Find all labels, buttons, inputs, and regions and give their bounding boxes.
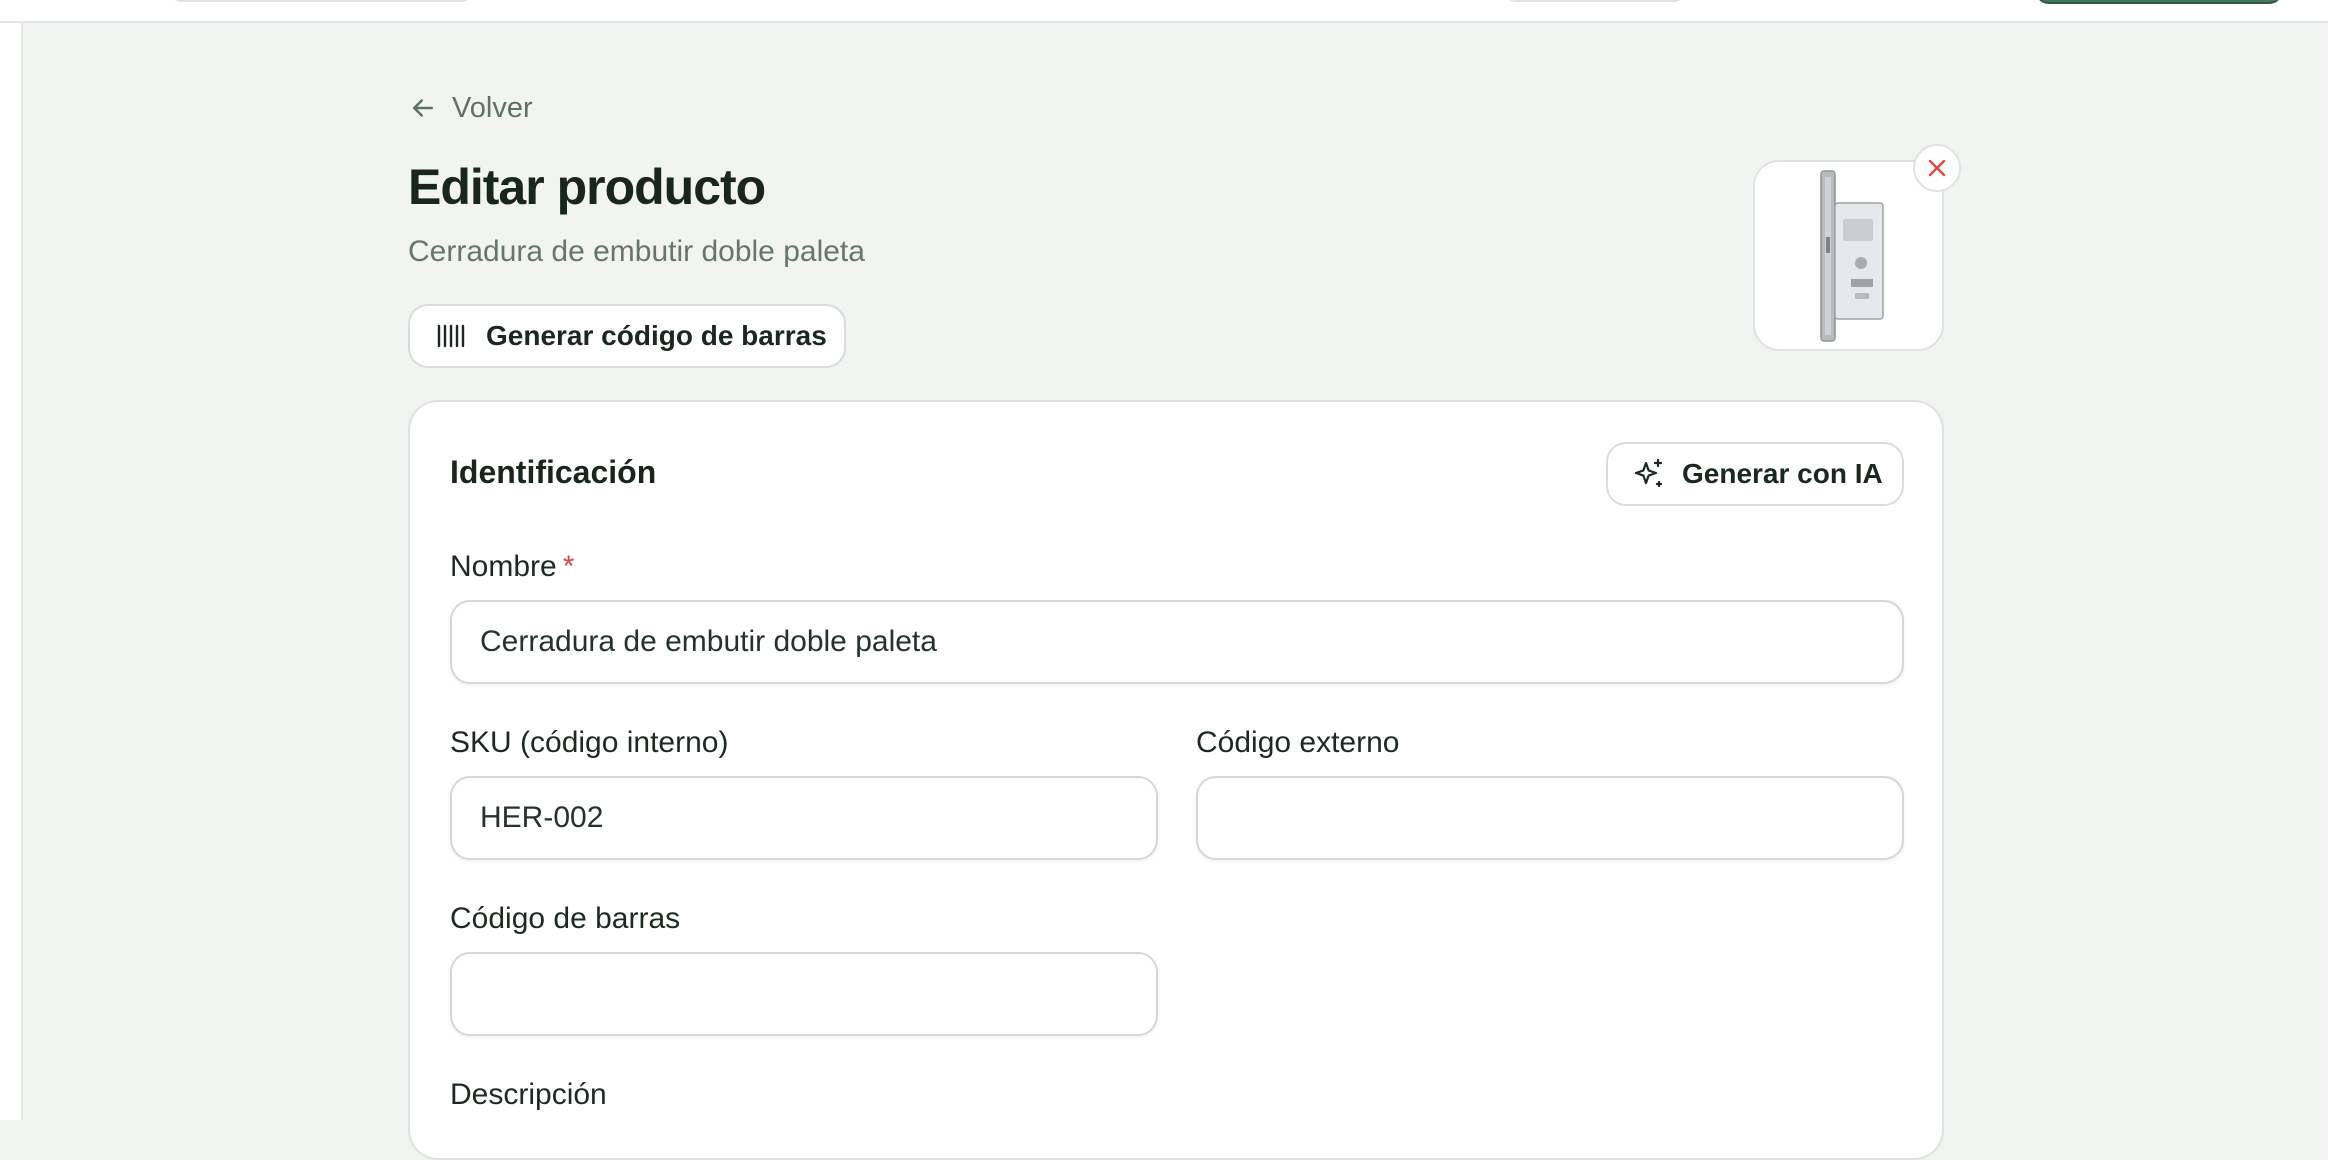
name-field-label: Nombre *	[450, 550, 574, 584]
name-label-text: Nombre	[450, 550, 557, 583]
barcode-icon	[437, 324, 465, 348]
external-code-field-label: Código externo	[1196, 726, 1400, 759]
arrow-left-icon	[413, 99, 433, 117]
close-icon	[1928, 159, 1946, 177]
sku-input[interactable]	[450, 776, 1158, 860]
page-subtitle: Cerradura de embutir doble paleta	[408, 235, 865, 268]
back-link[interactable]: Volver	[408, 88, 533, 128]
top-filter-pill[interactable]	[1505, 0, 1685, 2]
generate-barcode-button[interactable]: Generar código de barras	[408, 304, 846, 368]
barcode-input[interactable]	[450, 952, 1158, 1036]
back-label: Volver	[452, 91, 533, 124]
name-input[interactable]	[450, 600, 1904, 684]
product-image-thumbnail[interactable]	[1753, 160, 1944, 351]
top-primary-button[interactable]	[2035, 0, 2283, 4]
sparkles-icon	[1634, 458, 1663, 488]
generate-with-ai-label: Generar con IA	[1682, 458, 1883, 489]
external-code-input[interactable]	[1196, 776, 1904, 860]
top-navigation-bar	[0, 0, 2328, 23]
product-lock-image	[1819, 169, 1884, 342]
identification-card: Identificación Generar con IA Nombre* SK…	[408, 400, 1944, 1160]
generate-barcode-label: Generar código de barras	[486, 320, 827, 351]
left-sidebar-rail	[0, 23, 23, 1120]
barcode-field-label: Código de barras	[450, 902, 681, 935]
required-marker: *	[562, 550, 575, 583]
identification-section-title: Identificación	[450, 454, 657, 490]
page-title: Editar producto	[408, 159, 766, 215]
remove-image-button[interactable]	[1913, 144, 1961, 192]
generate-with-ai-button[interactable]: Generar con IA	[1606, 442, 1904, 506]
description-field-label: Descripción	[450, 1078, 607, 1111]
top-search-pill[interactable]	[170, 0, 472, 2]
sku-field-label: SKU (código interno)	[450, 726, 729, 759]
